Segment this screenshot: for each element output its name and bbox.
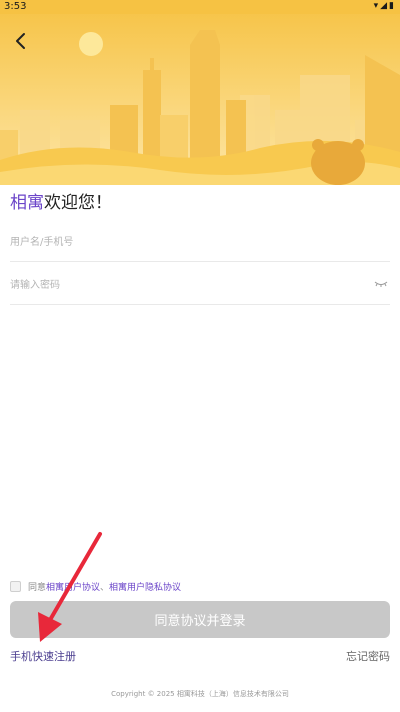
agreement-prefix: 同意 bbox=[28, 583, 47, 593]
copyright-text: Copyright © 2025 相寓科技（上海）信息技术有限公司 bbox=[111, 690, 289, 698]
sun-icon bbox=[79, 32, 103, 56]
quick-register-link[interactable]: 手机快速注册 bbox=[10, 648, 76, 664]
agreement-text: 同意相寓用户协议、相寓用户隐私协议 bbox=[28, 580, 181, 593]
privacy-policy-link[interactable]: 相寓用户隐私协议 bbox=[109, 583, 181, 593]
username-field-container bbox=[10, 223, 390, 262]
welcome-title: 相寓欢迎您！ bbox=[10, 188, 112, 213]
chevron-left-icon bbox=[16, 33, 25, 49]
status-time: 3:53 bbox=[4, 1, 27, 12]
status-icons: ▾◢▮ bbox=[374, 1, 396, 11]
eye-closed-icon[interactable] bbox=[374, 279, 388, 289]
login-button[interactable]: 同意协议并登录 bbox=[10, 601, 390, 638]
back-button[interactable] bbox=[8, 28, 34, 54]
password-input[interactable] bbox=[10, 266, 350, 304]
header-illustration bbox=[0, 0, 400, 185]
brand-name: 相寓 bbox=[10, 193, 44, 213]
city-skyline-illustration bbox=[0, 0, 400, 185]
welcome-text: 欢迎您！ bbox=[44, 193, 112, 213]
agreement-separator: 、 bbox=[100, 583, 110, 593]
battery-icon: ▮ bbox=[389, 1, 396, 11]
status-bar: 3:53 ▾◢▮ bbox=[0, 0, 400, 14]
username-input[interactable] bbox=[10, 223, 350, 261]
mascot-icon bbox=[311, 139, 365, 185]
password-field-container bbox=[10, 266, 390, 305]
user-agreement-link[interactable]: 相寓用户协议 bbox=[46, 583, 100, 593]
signal-icon: ◢ bbox=[380, 1, 390, 11]
agreement-checkbox[interactable] bbox=[10, 581, 21, 592]
forgot-password-link[interactable]: 忘记密码 bbox=[346, 648, 390, 664]
